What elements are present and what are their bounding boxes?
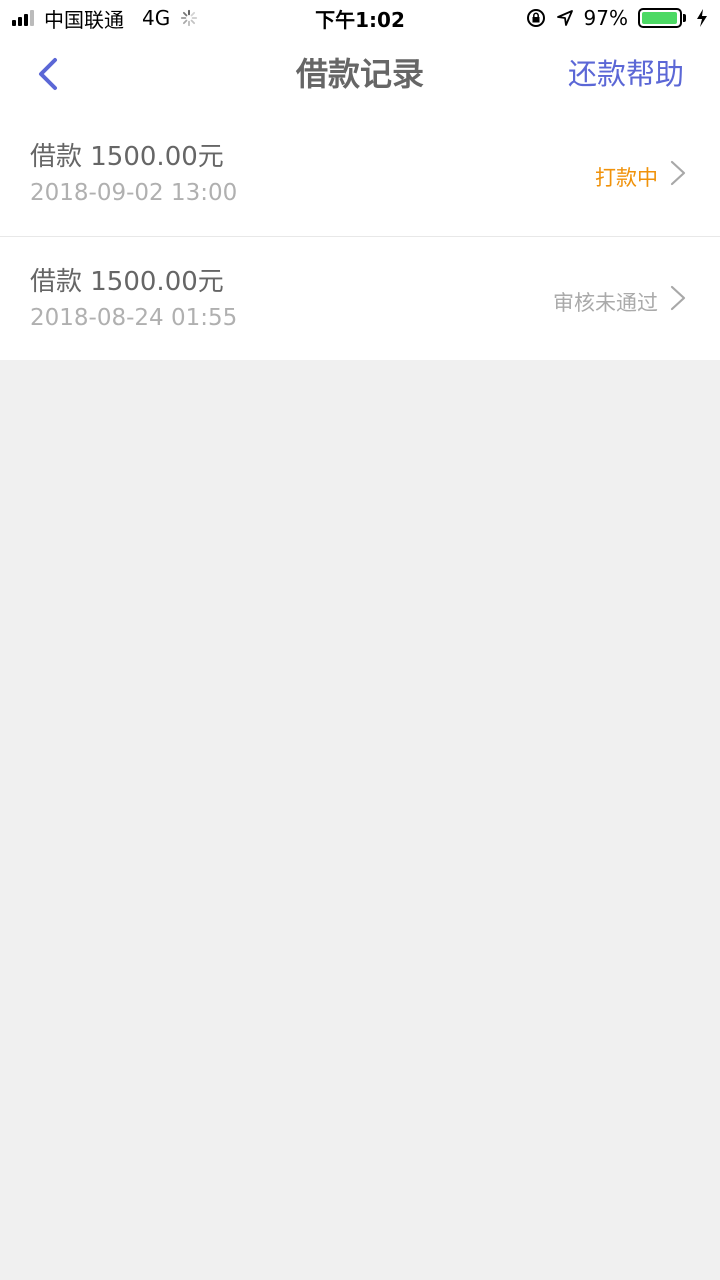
- loading-spinner-icon: [181, 9, 198, 27]
- signal-icon: [12, 10, 34, 26]
- charging-bolt-icon: [697, 9, 707, 27]
- repayment-help-button[interactable]: 还款帮助: [568, 36, 684, 112]
- loan-status: 审核未通过: [553, 291, 658, 315]
- loan-amount: 借款 1500.00元: [30, 267, 224, 297]
- status-bar-left: 中国联通 4G: [12, 4, 198, 33]
- loan-amount: 借款 1500.00元: [30, 142, 224, 172]
- loan-date: 2018-08-24 01:55: [30, 305, 238, 331]
- status-bar: 中国联通 4G 下午1:02 97%: [0, 0, 720, 36]
- network-label: 4G: [142, 6, 171, 30]
- back-button[interactable]: [26, 52, 70, 96]
- carrier-label: 中国联通: [44, 7, 124, 32]
- loan-record-list: 借款 1500.00元 2018-09-02 13:00 打款中 借款 1500…: [0, 112, 720, 360]
- loan-status: 打款中: [595, 166, 658, 190]
- navigation-bar: 借款记录 还款帮助: [0, 36, 720, 112]
- battery-percent: 97%: [583, 6, 628, 30]
- loan-record-item[interactable]: 借款 1500.00元 2018-08-24 01:55 审核未通过: [0, 236, 720, 360]
- loan-date: 2018-09-02 13:00: [30, 180, 238, 206]
- chevron-left-icon: [39, 58, 57, 90]
- rotation-lock-icon: [526, 9, 545, 27]
- status-bar-right: 97%: [526, 6, 708, 30]
- location-arrow-icon: [556, 10, 573, 26]
- loan-record-item[interactable]: 借款 1500.00元 2018-09-02 13:00 打款中: [0, 112, 720, 236]
- battery-icon: [638, 8, 686, 28]
- chevron-right-icon: [670, 285, 686, 311]
- chevron-right-icon: [670, 160, 686, 186]
